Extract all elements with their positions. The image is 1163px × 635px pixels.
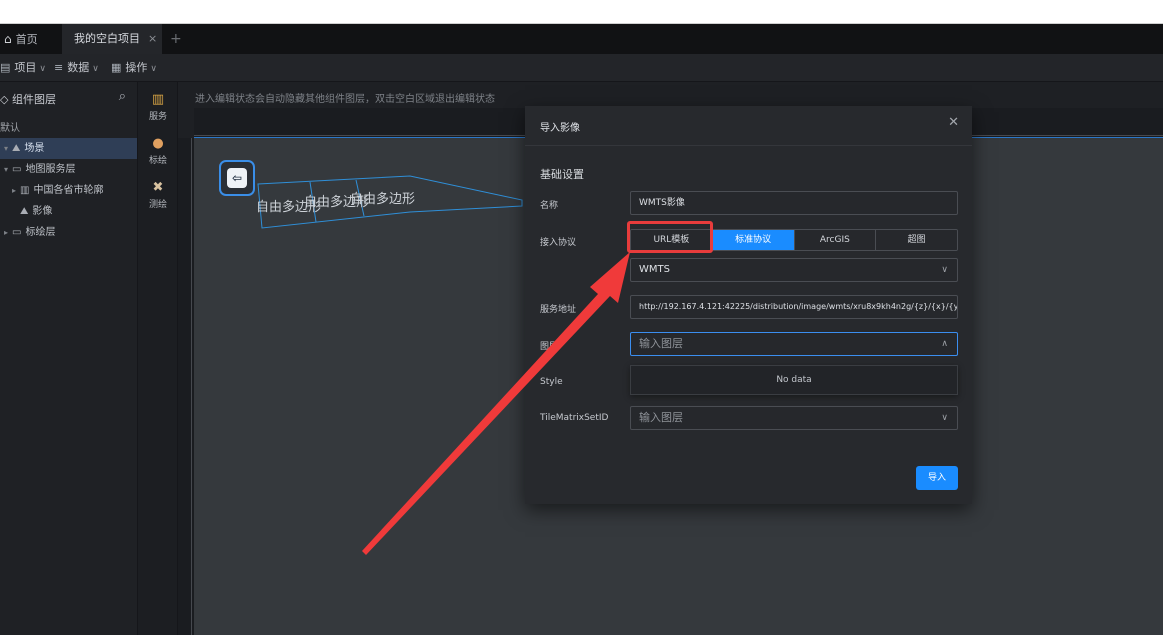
sidebar-item-label: 标绘 bbox=[148, 156, 167, 166]
style-label: Style bbox=[540, 377, 563, 387]
annotation-highlight-box bbox=[627, 221, 713, 253]
tree-item-label: 场景 bbox=[24, 143, 45, 154]
tree-item-scene[interactable]: ▾ ⛰ 场景 bbox=[0, 138, 137, 159]
menu-project-label: 项目 bbox=[14, 61, 37, 74]
location-pin-icon: ● bbox=[152, 136, 164, 151]
sidebar-item-plot[interactable]: ● 标绘 bbox=[138, 136, 178, 166]
tree-item-plot-layer[interactable]: ▸ ▭ 标绘层 bbox=[0, 222, 137, 243]
import-imagery-dialog: 导入影像 ✕ 基础设置 名称 WMTS影像 接入协议 URL模板 标准协议 Ar… bbox=[525, 106, 972, 504]
protocol-option-supermap[interactable]: 超图 bbox=[876, 230, 957, 250]
default-group-label: 默认 bbox=[0, 123, 20, 134]
add-tab-button[interactable]: + bbox=[170, 24, 186, 54]
main-toolbar: ▤ 项目 ∨ ≡ 数据 ∨ ▦ 操作 ∨ bbox=[0, 54, 1163, 82]
map-icon: ▥ bbox=[20, 185, 30, 196]
service-url-input[interactable]: http://192.167.4.121:42225/distribution/… bbox=[630, 295, 958, 319]
tree-item-province-outline[interactable]: ▸ ▥ 中国各省市轮廓 bbox=[0, 180, 137, 201]
chevron-right-icon[interactable]: ▸ bbox=[8, 180, 20, 201]
chevron-up-icon: ∧ bbox=[941, 339, 948, 349]
tool-sidebar: ▥ 服务 ● 标绘 ✖ 测绘 bbox=[138, 82, 178, 635]
tree-item-label: 中国各省市轮廓 bbox=[33, 185, 104, 196]
layer-dropdown-menu: No data bbox=[630, 365, 958, 395]
protocol-label: 接入协议 bbox=[540, 238, 577, 248]
mountain-icon: ⛰ bbox=[20, 206, 29, 217]
menu-project[interactable]: ▤ 项目 ∨ bbox=[0, 54, 46, 82]
section-title: 基础设置 bbox=[540, 168, 584, 181]
home-icon: ⌂ bbox=[4, 32, 12, 46]
chevron-right-icon[interactable]: ▸ bbox=[0, 222, 12, 243]
ruler-baseline bbox=[191, 138, 192, 635]
name-label: 名称 bbox=[540, 201, 559, 211]
service-url-label: 服务地址 bbox=[540, 305, 577, 315]
folder-icon: ▭ bbox=[12, 164, 22, 175]
layer-panel-header: ◇ 组件图层 ⌕ bbox=[0, 88, 138, 108]
protocol-option-arcgis[interactable]: ArcGIS bbox=[794, 230, 877, 250]
tree-item-label: 影像 bbox=[32, 206, 53, 217]
chevron-down-icon[interactable]: ▾ bbox=[0, 159, 12, 180]
layer-panel: ◇ 组件图层 ⌕ 默认 ▾ ⛰ 场景 ▾ ▭ 地图服务层 ▸ ▥ 中国各省市轮廓 ⛰ 影像 ▸… bbox=[0, 82, 138, 635]
tree-item-imagery[interactable]: ⛰ 影像 bbox=[0, 201, 137, 222]
service-type-value: WMTS bbox=[639, 264, 670, 275]
chevron-down-icon: ∨ bbox=[150, 64, 157, 74]
chevron-down-icon: ∨ bbox=[941, 265, 948, 275]
tab-home[interactable]: ⌂ 首页 bbox=[4, 24, 64, 54]
close-tab-icon[interactable]: × bbox=[148, 32, 157, 45]
layer-select[interactable]: 输入图层 ∧ bbox=[630, 332, 958, 356]
chevron-down-icon: ∨ bbox=[92, 64, 99, 74]
sidebar-item-measure[interactable]: ✖ 测绘 bbox=[138, 180, 178, 210]
layer-placeholder: 输入图层 bbox=[639, 337, 683, 350]
tilematrixset-label: TileMatrixSetID bbox=[540, 413, 609, 423]
chevron-down-icon: ∨ bbox=[39, 64, 46, 74]
sidebar-item-service[interactable]: ▥ 服务 bbox=[138, 92, 178, 122]
grid-icon: ▦ bbox=[111, 61, 122, 74]
exit-edit-button[interactable]: ⇦ bbox=[219, 160, 255, 196]
tree-item-label: 地图服务层 bbox=[25, 164, 76, 175]
tab-project[interactable]: 我的空白项目 × bbox=[62, 24, 162, 54]
search-icon[interactable]: ⌕ bbox=[119, 89, 126, 104]
import-button[interactable]: 导入 bbox=[916, 466, 958, 490]
chevron-down-icon: ∨ bbox=[941, 413, 948, 423]
browser-top-strip bbox=[0, 0, 1163, 24]
menu-data[interactable]: ≡ 数据 ∨ bbox=[54, 54, 99, 82]
tab-bar: ⌂ 首页 我的空白项目 × + bbox=[0, 24, 1163, 54]
tilematrixset-select[interactable]: 输入图层 ∨ bbox=[630, 406, 958, 430]
map-icon: ▥ bbox=[151, 92, 165, 107]
edit-hint: 进入编辑状态会自动隐藏其他组件图层，双击空白区域退出编辑状态 bbox=[195, 94, 495, 105]
layer-label: 图层 bbox=[540, 342, 559, 352]
close-icon[interactable]: ✕ bbox=[948, 115, 959, 130]
tree-item-label: 标绘层 bbox=[25, 227, 56, 238]
protocol-option-standard[interactable]: 标准协议 bbox=[712, 230, 795, 250]
polygon-label[interactable]: 自由多边形 bbox=[350, 188, 415, 207]
tab-project-label: 我的空白项目 bbox=[74, 32, 140, 45]
tree-item-map-service-layer[interactable]: ▾ ▭ 地图服务层 bbox=[0, 159, 137, 180]
tilematrixset-placeholder: 输入图层 bbox=[639, 411, 683, 424]
database-icon: ≡ bbox=[54, 61, 64, 74]
menu-operate-label: 操作 bbox=[125, 61, 148, 74]
name-input[interactable]: WMTS影像 bbox=[630, 191, 958, 215]
menu-data-label: 数据 bbox=[67, 61, 90, 74]
tab-home-label: 首页 bbox=[15, 33, 38, 46]
file-icon: ▤ bbox=[0, 61, 11, 74]
dialog-header: 导入影像 ✕ bbox=[525, 106, 972, 146]
dropdown-empty-text: No data bbox=[776, 375, 812, 385]
vertical-ruler bbox=[178, 138, 194, 635]
folder-icon: ▭ bbox=[12, 227, 22, 238]
layer-panel-title: ◇ 组件图层 bbox=[0, 93, 56, 106]
tools-icon: ✖ bbox=[152, 180, 164, 195]
menu-operate[interactable]: ▦ 操作 ∨ bbox=[111, 54, 157, 82]
arrow-left-icon: ⇦ bbox=[227, 168, 247, 188]
service-type-select[interactable]: WMTS ∨ bbox=[630, 258, 958, 282]
sidebar-item-label: 测绘 bbox=[148, 200, 167, 210]
sidebar-item-label: 服务 bbox=[148, 112, 167, 122]
dialog-title: 导入影像 bbox=[540, 123, 580, 134]
mountain-icon: ⛰ bbox=[12, 143, 21, 154]
chevron-down-icon[interactable]: ▾ bbox=[0, 138, 12, 159]
